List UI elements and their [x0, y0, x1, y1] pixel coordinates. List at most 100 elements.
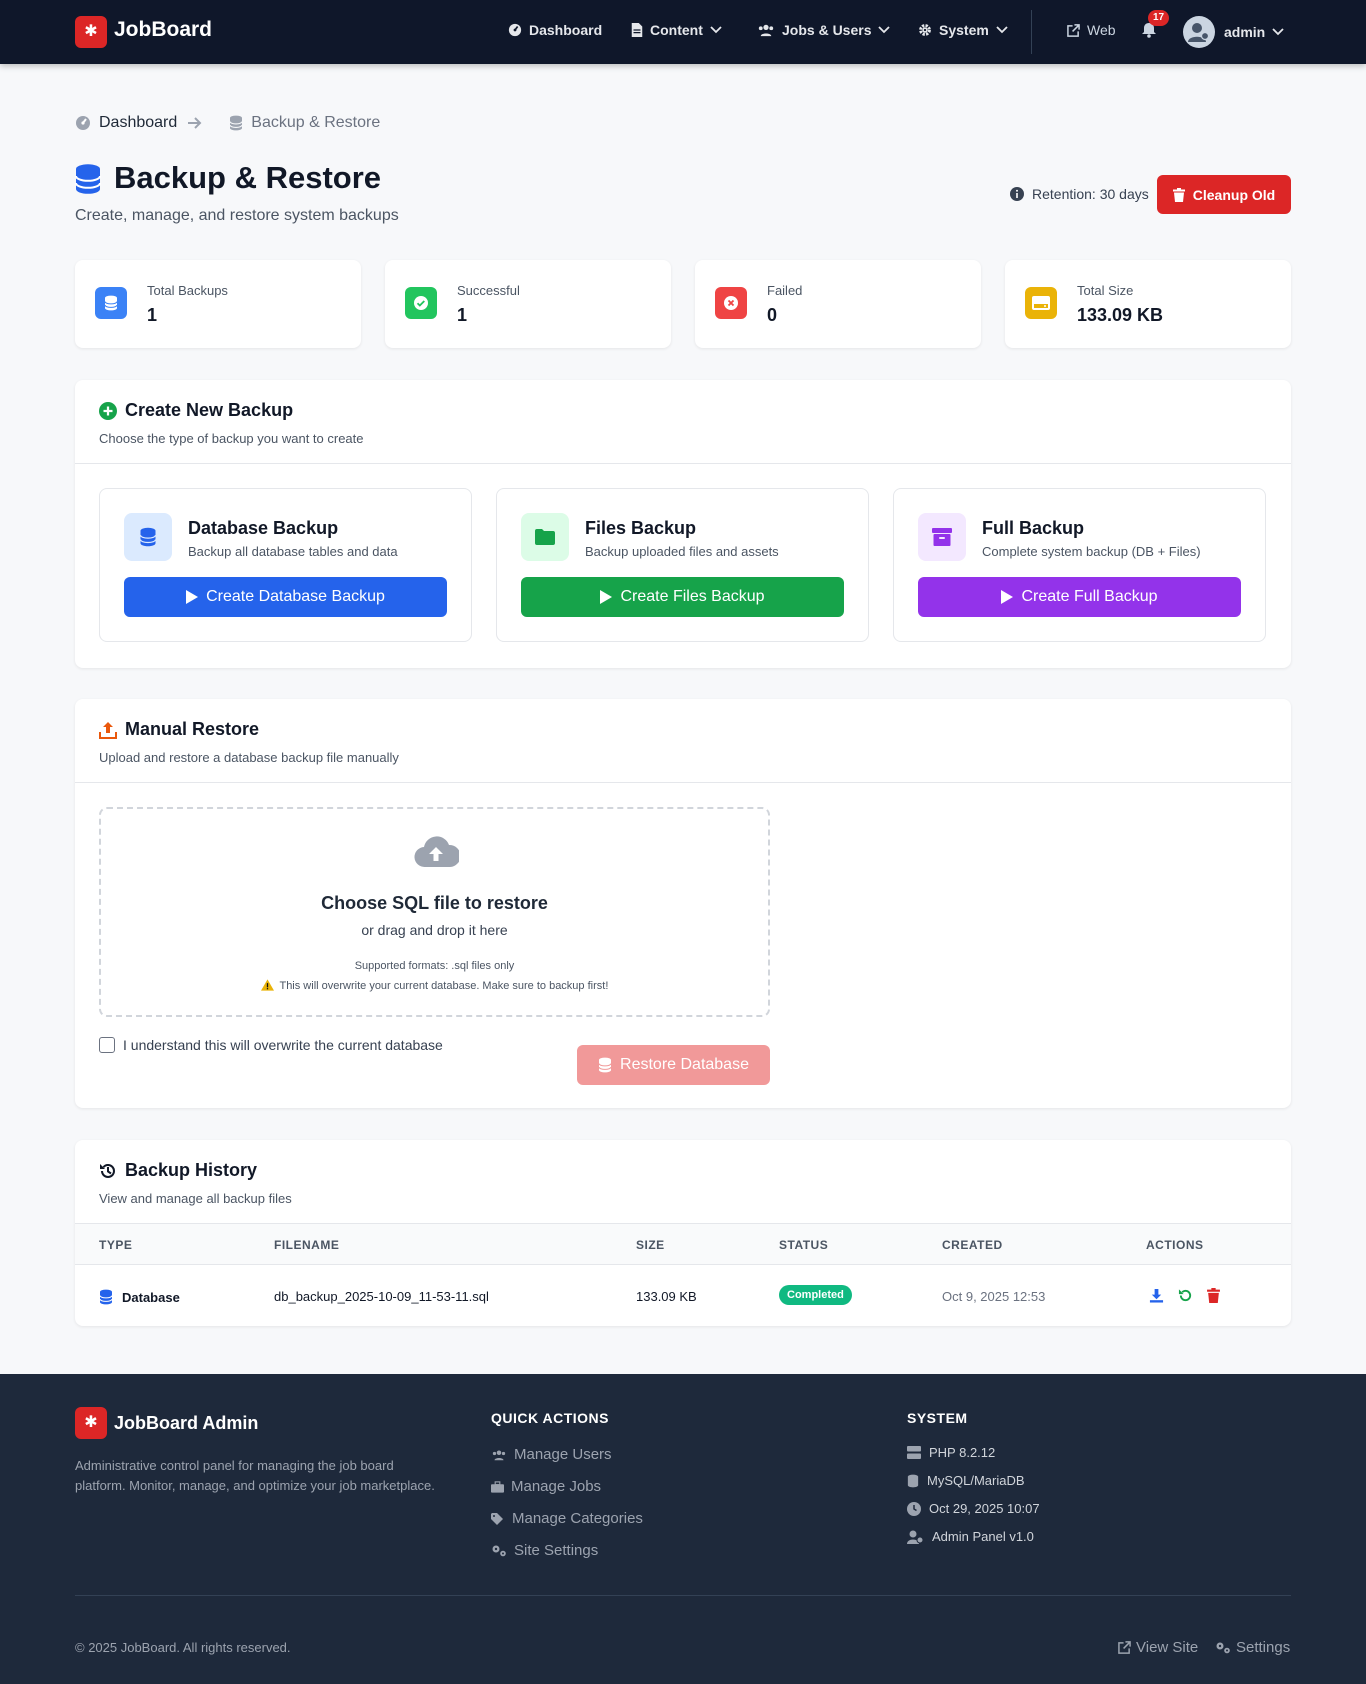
system-php: PHP 8.2.12 [907, 1445, 995, 1460]
dropzone-subtitle: or drag and drop it here [361, 922, 508, 938]
trash-icon[interactable] [1207, 1288, 1220, 1303]
system-item: Admin Panel v1.0 [932, 1529, 1034, 1544]
dashboard-icon [76, 116, 90, 130]
restore-database-button[interactable]: Restore Database [577, 1045, 770, 1085]
footer-link-manage-jobs[interactable]: Manage Jobs [491, 1478, 601, 1495]
backup-type-title: Full Backup [982, 518, 1085, 538]
cell-type-label: Database [122, 1289, 180, 1305]
file-icon [631, 23, 643, 37]
confirm-overwrite-checkbox[interactable] [99, 1037, 115, 1053]
confirm-overwrite-row: I understand this will overwrite the cur… [99, 1037, 443, 1053]
archive-icon [932, 528, 952, 546]
manual-restore-subtitle: Upload and restore a database backup fil… [99, 750, 399, 765]
brand-logo-icon[interactable]: ✱ [75, 16, 107, 48]
clock-icon [907, 1501, 921, 1516]
backup-type-title: Files Backup [585, 518, 697, 538]
footer-link-manage-categories[interactable]: Manage Categories [491, 1510, 643, 1527]
confirm-overwrite-label[interactable]: I understand this will overwrite the cur… [123, 1037, 443, 1053]
button-label: Create Files Backup [620, 588, 765, 605]
database-backup-option: Database Backup Backup all database tabl… [99, 488, 472, 642]
retention-label: Retention: 30 days [1032, 186, 1149, 202]
play-icon [600, 590, 613, 604]
nav-system[interactable]: System [918, 22, 1008, 38]
backup-history-subtitle: View and manage all backup files [99, 1191, 292, 1206]
stat-successful: Successful 1 [385, 260, 671, 348]
nav-system-label: System [939, 22, 989, 38]
user-menu[interactable]: admin [1183, 16, 1284, 48]
database-icon [907, 1474, 919, 1487]
card-header: Create New Backup Choose the type of bac… [75, 380, 1291, 464]
stat-value: 1 [147, 305, 158, 325]
chevron-down-icon [878, 26, 891, 34]
gear-icon [919, 24, 931, 36]
users-icon [492, 1450, 506, 1460]
cleanup-old-button[interactable]: Cleanup Old [1157, 175, 1291, 214]
footer-brand: JobBoard Admin [114, 1413, 259, 1433]
column-header: SIZE [636, 1238, 665, 1252]
stat-value: 0 [767, 305, 778, 325]
nav-jobs-users[interactable]: Jobs & Users [757, 22, 891, 38]
avatar [1183, 16, 1215, 48]
nav-dashboard-label: Dashboard [529, 22, 603, 38]
folder-icon [535, 529, 555, 545]
notification-count-badge: 17 [1148, 10, 1170, 26]
system-item: Oct 29, 2025 10:07 [929, 1501, 1040, 1516]
stat-label: Total Size [1077, 283, 1134, 298]
manual-restore-title: Manual Restore [125, 719, 260, 739]
download-icon[interactable] [1149, 1288, 1164, 1303]
create-files-backup-button[interactable]: Create Files Backup [521, 577, 844, 617]
footer-logo-icon: ✱ [75, 1407, 107, 1439]
footer-settings-label: Settings [1236, 1639, 1291, 1656]
footer-link-site-settings[interactable]: Site Settings [491, 1542, 598, 1559]
footer: ✱ JobBoard Admin Administrative control … [0, 1374, 1366, 1684]
brand-name[interactable]: JobBoard [114, 18, 212, 42]
cell-size: 133.09 KB [636, 1289, 697, 1304]
play-icon [1001, 590, 1014, 604]
trash-icon [1172, 187, 1185, 202]
create-backup-title: Create New Backup [125, 400, 294, 420]
card-title: Backup History [99, 1160, 1267, 1181]
footer-link-label: Manage Jobs [511, 1478, 602, 1495]
nav-divider [1031, 10, 1032, 54]
stat-label: Failed [767, 283, 803, 298]
cell-filename: db_backup_2025-10-09_11-53-11.sql [274, 1289, 489, 1304]
top-navbar: ✱ JobBoard Dashboard Content Jobs & User… [0, 0, 1366, 64]
system-version: Admin Panel v1.0 [907, 1529, 1034, 1544]
column-header: TYPE [99, 1238, 133, 1252]
create-full-backup-button[interactable]: Create Full Backup [918, 577, 1241, 617]
footer-divider [75, 1595, 1291, 1596]
restore-icon[interactable] [1178, 1288, 1193, 1303]
nav-dashboard[interactable]: Dashboard [508, 22, 602, 38]
cogs-icon [1216, 1642, 1230, 1654]
retention-info: Retention: 30 days [1010, 186, 1149, 202]
users-icon [758, 24, 774, 37]
nav-content-label: Content [650, 22, 703, 38]
breadcrumb: Dashboard Backup & Restore [75, 114, 380, 132]
check-circle-icon [414, 296, 428, 310]
stat-value: 133.09 KB [1077, 305, 1164, 325]
cell-actions [1149, 1288, 1220, 1303]
cell-created: Oct 9, 2025 12:53 [942, 1289, 1046, 1304]
page-title: Backup & Restore [114, 160, 382, 195]
database-icon [229, 115, 243, 131]
footer-view-site-link[interactable]: View Site [1118, 1639, 1198, 1656]
notifications-button[interactable]: 17 [1141, 10, 1170, 38]
server-icon [907, 1446, 921, 1459]
footer-settings-link[interactable]: Settings [1215, 1639, 1290, 1656]
footer-link-manage-users[interactable]: Manage Users [491, 1446, 612, 1463]
nav-content[interactable]: Content [631, 22, 722, 38]
stat-failed: Failed 0 [695, 260, 981, 348]
system-item: MySQL/MariaDB [927, 1473, 1025, 1488]
create-database-backup-button[interactable]: Create Database Backup [124, 577, 447, 617]
play-icon [186, 590, 199, 604]
breadcrumb-dashboard-link[interactable]: Dashboard [99, 114, 177, 132]
stat-total-size: Total Size 133.09 KB [1005, 260, 1291, 348]
copyright: © 2025 JobBoard. All rights reserved. [75, 1640, 291, 1655]
info-icon [1010, 187, 1024, 201]
nav-web-link[interactable]: Web [1067, 22, 1116, 38]
cell-type: Database [99, 1289, 180, 1305]
table-header: TYPE FILENAME SIZE STATUS CREATED ACTION… [75, 1224, 1291, 1265]
sql-file-dropzone[interactable]: Choose SQL file to restore or drag and d… [99, 807, 770, 1017]
system-item: PHP 8.2.12 [929, 1445, 996, 1460]
files-backup-icon-box [521, 513, 569, 561]
